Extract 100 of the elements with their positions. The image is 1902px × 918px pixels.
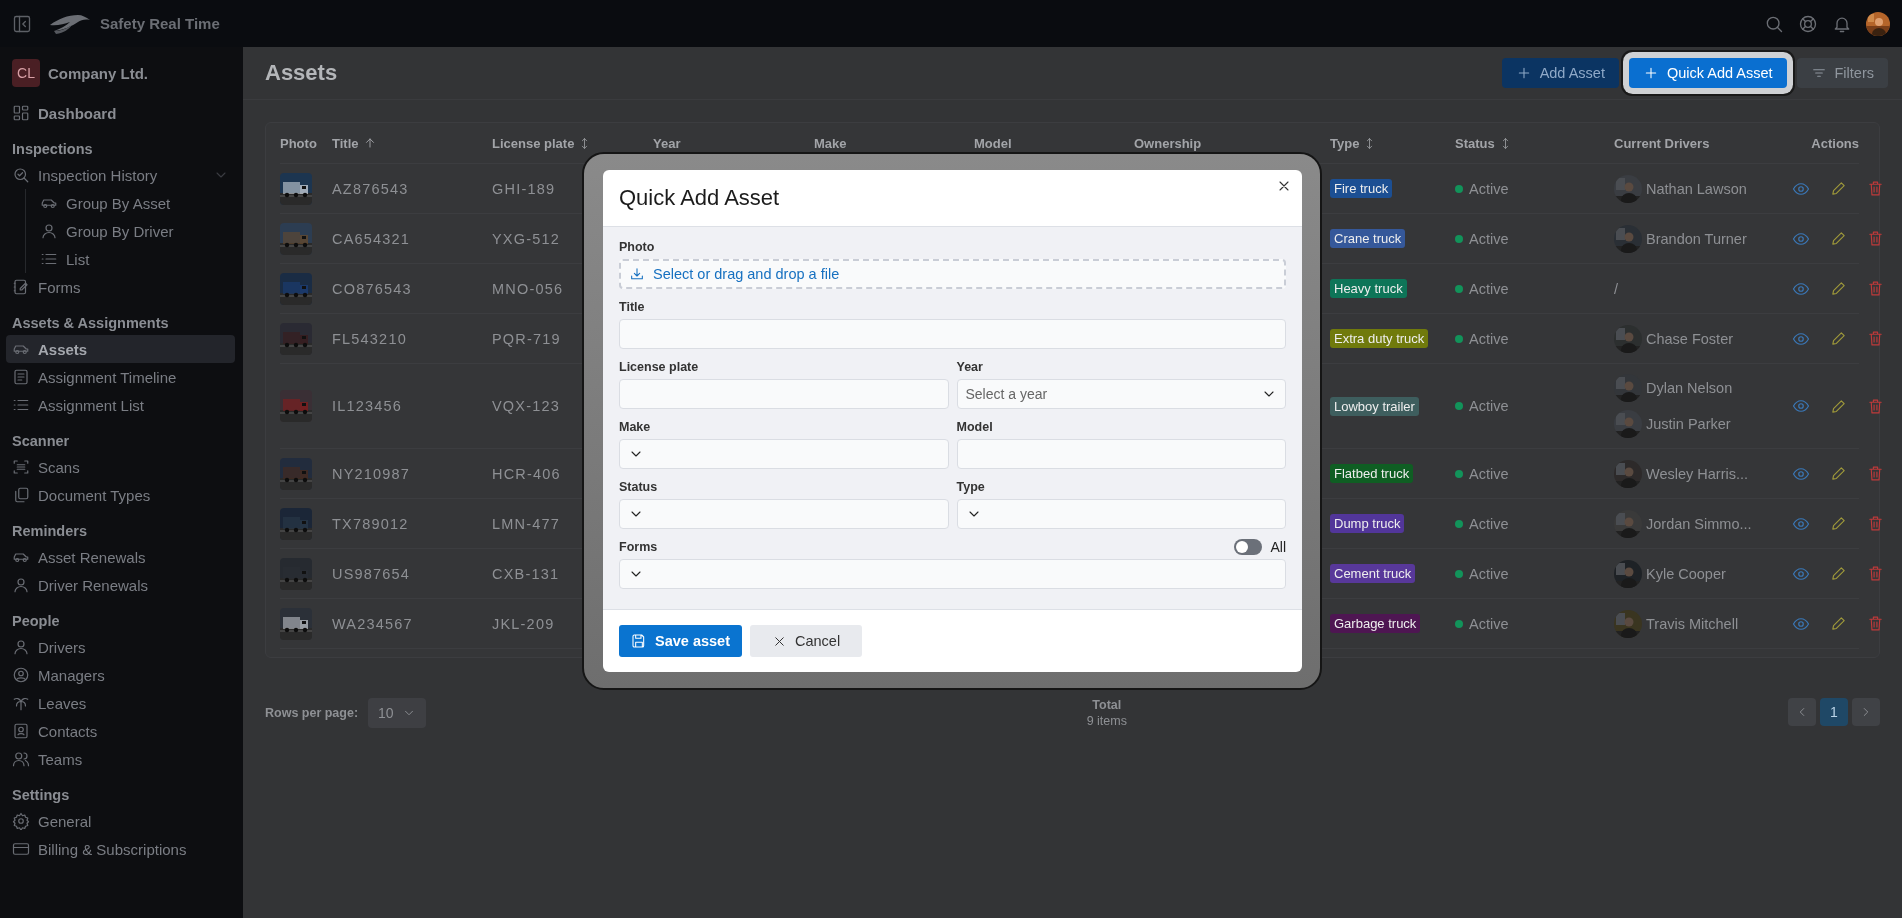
- trash-icon[interactable]: [1867, 515, 1884, 532]
- pencil-icon[interactable]: [1830, 565, 1847, 582]
- sidebar-item[interactable]: Teams: [6, 745, 235, 773]
- sidebar-item[interactable]: Assignment List: [6, 391, 235, 419]
- field-label: Status: [619, 480, 659, 494]
- driver-name[interactable]: Kyle Cooper: [1646, 565, 1726, 582]
- sidebar-item[interactable]: Asset Renewals: [6, 543, 235, 571]
- pencil-icon[interactable]: [1830, 615, 1847, 632]
- trash-icon[interactable]: [1867, 465, 1884, 482]
- sidebar-item[interactable]: Document Types: [6, 481, 235, 509]
- driver-name[interactable]: Justin Parker: [1646, 416, 1731, 432]
- section-heading: Assets & Assignments: [12, 314, 170, 332]
- pencil-icon[interactable]: [1830, 180, 1847, 197]
- driver-name[interactable]: Nathan Lawson: [1646, 180, 1747, 197]
- total-label: Total: [1092, 698, 1122, 712]
- sidebar-item[interactable]: Scans: [6, 453, 235, 481]
- table-cell: CO876543: [332, 280, 412, 297]
- upload-area[interactable]: Select or drag and drop a file: [619, 259, 1286, 289]
- sidebar-item[interactable]: Assignment Timeline: [6, 363, 235, 391]
- sidebar-item[interactable]: Group By Asset: [34, 189, 235, 217]
- page-button[interactable]: 1: [1820, 698, 1848, 726]
- eye-icon[interactable]: [1792, 397, 1810, 415]
- pencil-icon[interactable]: [1830, 465, 1847, 482]
- sidebar-item[interactable]: Dashboard: [6, 99, 235, 127]
- credit-card-icon: [12, 840, 30, 858]
- driver-name[interactable]: Wesley Harris...: [1646, 465, 1749, 482]
- field-label: Photo: [619, 240, 656, 254]
- type-tag: Garbage truck: [1330, 614, 1421, 633]
- sidebar-item[interactable]: Billing & Subscriptions: [6, 835, 235, 863]
- driver-name[interactable]: Chase Foster: [1646, 330, 1734, 347]
- help-icon[interactable]: [1798, 13, 1818, 34]
- select-field[interactable]: [619, 439, 949, 469]
- section-heading: People: [12, 612, 61, 630]
- sidebar-item[interactable]: Forms: [6, 273, 235, 301]
- company-avatar: CL: [12, 59, 40, 87]
- status-dot: [1455, 234, 1463, 243]
- sidebar-item[interactable]: Leaves: [6, 689, 235, 717]
- driver-name[interactable]: Dylan Nelson: [1646, 380, 1733, 396]
- type-tag: Dump truck: [1330, 514, 1405, 533]
- filter-button[interactable]: Filters: [1796, 58, 1888, 88]
- driver-name[interactable]: Travis Mitchell: [1646, 615, 1739, 632]
- section-heading: Settings: [12, 786, 71, 804]
- select-field[interactable]: [619, 499, 949, 529]
- select-field[interactable]: Select a year: [956, 379, 1286, 409]
- trash-icon[interactable]: [1867, 280, 1884, 297]
- table-cell: TX789012: [332, 515, 409, 532]
- input-field[interactable]: [956, 439, 1286, 469]
- toggle-label: All: [1270, 539, 1286, 555]
- rows-per-page-label: Rows per page:: [265, 706, 359, 720]
- sidebar-item[interactable]: Assets: [6, 335, 235, 363]
- type-tag: Crane truck: [1330, 229, 1406, 248]
- add-button[interactable]: Add Asset: [1501, 58, 1619, 88]
- select-field[interactable]: [956, 499, 1286, 529]
- sidebar-item[interactable]: Drivers: [6, 633, 235, 661]
- pencil-icon[interactable]: [1830, 330, 1847, 347]
- driver-name[interactable]: Jordan Simmo...: [1646, 515, 1752, 532]
- driver-name[interactable]: Brandon Turner: [1646, 230, 1747, 247]
- save-button[interactable]: Save asset: [619, 625, 742, 657]
- column-header: Year: [653, 135, 681, 151]
- select-field[interactable]: [619, 559, 1286, 589]
- table-cell: GHI-189: [492, 180, 556, 197]
- pencil-icon[interactable]: [1830, 515, 1847, 532]
- column-header[interactable]: Title: [332, 135, 359, 151]
- status-text: Active: [1469, 330, 1509, 347]
- sidebar-toggle-icon[interactable]: [12, 13, 32, 34]
- input-field[interactable]: [619, 319, 1286, 349]
- toggle-switch[interactable]: [1234, 539, 1263, 555]
- column-header[interactable]: Status: [1455, 135, 1495, 151]
- pencil-icon[interactable]: [1830, 280, 1847, 297]
- field-label: Year: [956, 360, 984, 374]
- trash-icon[interactable]: [1867, 330, 1884, 347]
- sidebar-item[interactable]: General: [6, 807, 235, 835]
- sidebar-item[interactable]: Managers: [6, 661, 235, 689]
- trash-icon[interactable]: [1867, 397, 1884, 415]
- trash-icon[interactable]: [1867, 615, 1884, 632]
- sidebar-item[interactable]: Group By Driver: [34, 217, 235, 245]
- column-header: Make: [814, 135, 847, 151]
- status-text: Active: [1469, 180, 1509, 197]
- column-header: Photo: [280, 135, 317, 151]
- settings-icon: [12, 812, 30, 830]
- sidebar-item[interactable]: List: [34, 245, 235, 273]
- status-text: Active: [1469, 565, 1509, 582]
- sidebar-item[interactable]: Inspection History: [6, 161, 235, 189]
- trash-icon[interactable]: [1867, 230, 1884, 247]
- section-heading: Inspections: [12, 140, 94, 158]
- pencil-icon[interactable]: [1830, 397, 1847, 415]
- pencil-icon[interactable]: [1830, 230, 1847, 247]
- sidebar-item[interactable]: Driver Renewals: [6, 571, 235, 599]
- trash-icon[interactable]: [1867, 180, 1884, 197]
- sidebar-item[interactable]: Contacts: [6, 717, 235, 745]
- company-name[interactable]: Company Ltd.: [48, 64, 148, 82]
- status-dot: [1455, 334, 1463, 343]
- column-header[interactable]: License plate: [492, 135, 575, 151]
- column-header[interactable]: Type: [1330, 135, 1360, 151]
- cancel-button[interactable]: Cancel: [750, 625, 863, 657]
- trash-icon[interactable]: [1867, 565, 1884, 582]
- notebook-icon: [12, 278, 30, 296]
- rows-per-page-select[interactable]: 10: [368, 698, 426, 728]
- input-field[interactable]: [619, 379, 949, 409]
- column-header: Model: [974, 135, 1012, 151]
